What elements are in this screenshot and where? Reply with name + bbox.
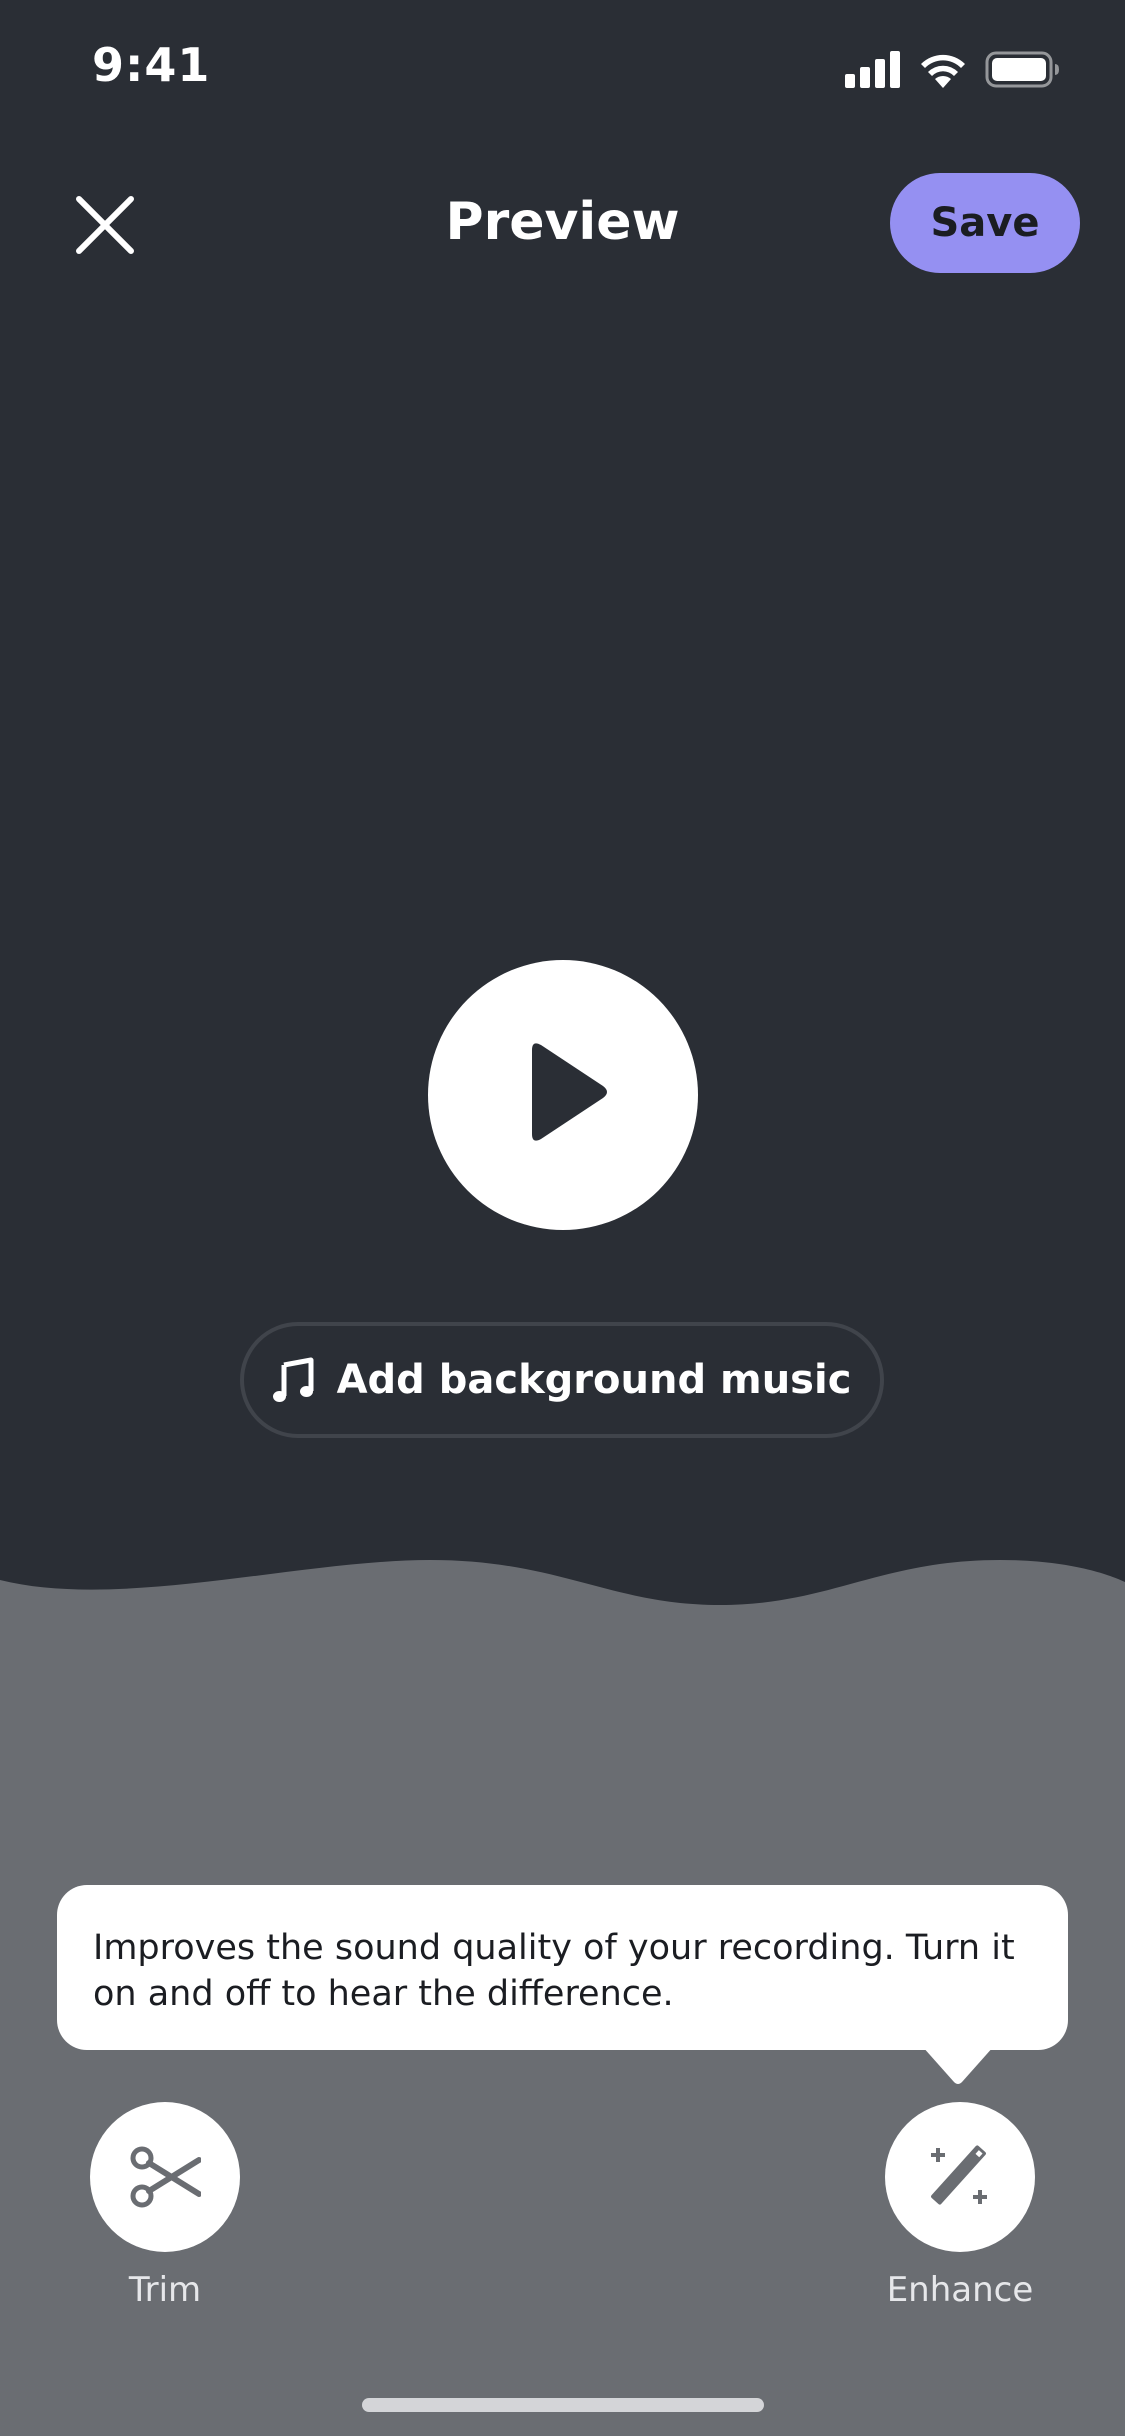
play-icon bbox=[532, 1043, 607, 1141]
enhance-tooltip: Improves the sound quality of your recor… bbox=[57, 1885, 1068, 2050]
wifi-icon bbox=[921, 54, 965, 88]
trim-tool: Trim bbox=[90, 2102, 240, 2310]
status-icons bbox=[845, 50, 1085, 90]
tooltip-text: Improves the sound quality of your recor… bbox=[93, 1928, 1015, 2014]
trim-label: Trim bbox=[128, 2270, 202, 2310]
scissors-icon bbox=[130, 2146, 201, 2208]
battery-icon bbox=[985, 51, 1059, 88]
trim-button[interactable] bbox=[90, 2102, 240, 2252]
add-background-music-label: Add background music bbox=[336, 1357, 852, 1403]
enhance-tool: Enhance bbox=[885, 2102, 1035, 2310]
tooltip-arrow bbox=[922, 2046, 994, 2084]
cellular-signal-icon bbox=[845, 51, 900, 88]
status-bar: 9:41 bbox=[0, 0, 1125, 140]
magic-wand-icon bbox=[931, 2145, 987, 2205]
header: Preview Save bbox=[0, 170, 1125, 280]
save-button[interactable]: Save bbox=[890, 173, 1080, 273]
enhance-button[interactable] bbox=[885, 2102, 1035, 2252]
home-indicator[interactable] bbox=[362, 2398, 764, 2412]
status-time: 9:41 bbox=[92, 38, 211, 92]
enhance-label: Enhance bbox=[886, 2270, 1034, 2310]
play-button[interactable] bbox=[428, 960, 698, 1230]
add-background-music-button[interactable]: Add background music bbox=[240, 1322, 884, 1438]
music-note-icon bbox=[272, 1357, 314, 1402]
